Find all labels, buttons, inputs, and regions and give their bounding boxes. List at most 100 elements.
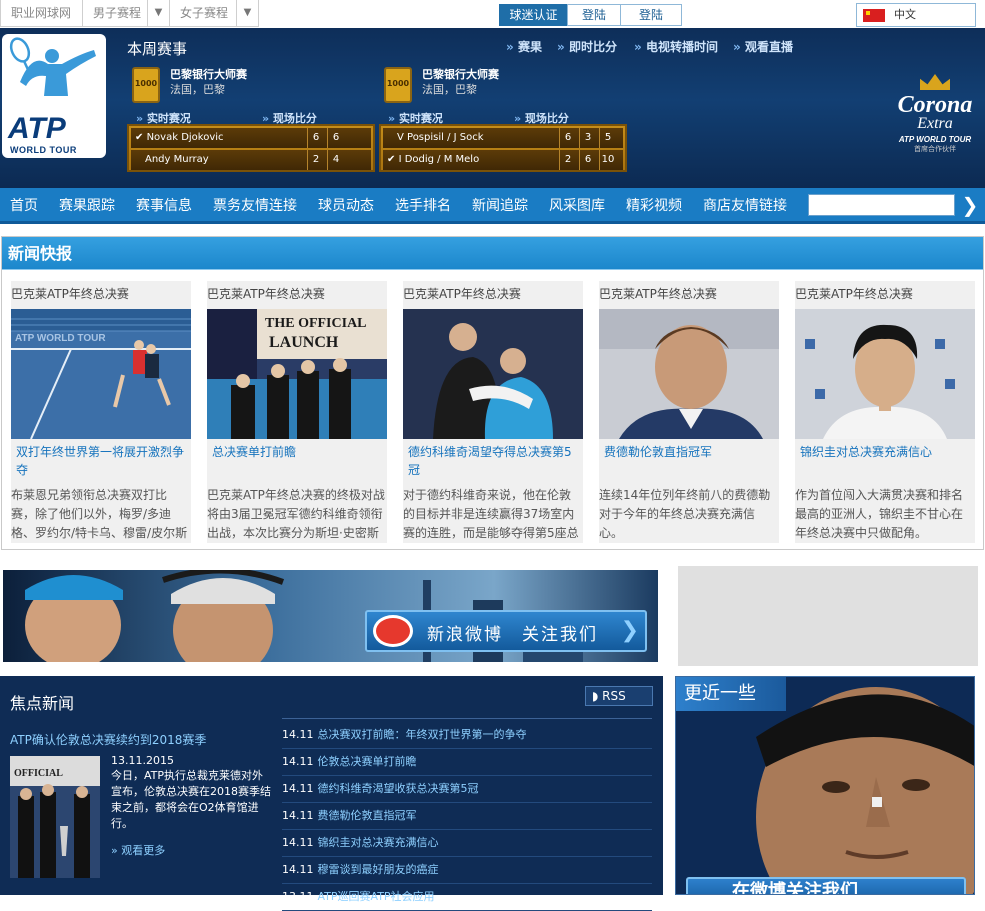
set-score: 10 xyxy=(599,150,616,170)
nav-home[interactable]: 首页 xyxy=(10,188,38,224)
card-title[interactable]: 费德勒伦敦直指冠军 xyxy=(604,443,774,483)
nav-tickets[interactable]: 票务友情连接 xyxy=(213,188,297,224)
nishikori-photo[interactable] xyxy=(795,309,975,439)
svg-text:LAUNCH: LAUNCH xyxy=(269,334,339,351)
weibo-follow-button[interactable]: 新浪微博 关注我们 ❯ xyxy=(365,610,647,652)
lead-story-title[interactable]: ATP确认伦敦总决赛续约到2018赛季 xyxy=(10,731,206,748)
winner-check-icon: ✔ xyxy=(135,132,144,143)
nav-rankings[interactable]: 选手排名 xyxy=(395,188,451,224)
more-link[interactable]: 观看更多 xyxy=(111,842,165,858)
search-button[interactable]: ❯ xyxy=(958,192,982,218)
watch-live-link[interactable]: 观看直播 xyxy=(733,38,793,55)
language-label: 中文 xyxy=(894,8,916,21)
event-panel-1: 1000 巴黎银行大师赛 法国，巴黎 实时赛况 现场比分 ✔ Novak Djo… xyxy=(127,66,382,186)
nav-tournaments[interactable]: 赛事信息 xyxy=(136,188,192,224)
corona-sponsor-logo[interactable]: Corona Extra ATP WORLD TOUR 首席合作伙伴 xyxy=(885,74,985,174)
news-card[interactable]: 巴克莱ATP年终总决赛 锦织圭对总决赛充满信心 作为首位闯入大满贯决赛和排名最高… xyxy=(795,281,975,543)
search-input[interactable] xyxy=(808,194,955,216)
news-card[interactable]: 巴克莱ATP年终总决赛 THE OFFICIAL LAUNCH 总决赛单打前瞻 … xyxy=(207,281,387,543)
card-category[interactable]: 巴克莱ATP年终总决赛 xyxy=(403,285,521,302)
closer-look-panel[interactable]: 更近一些 在微博关注我们 xyxy=(675,676,975,895)
winner-check-icon: ✔ xyxy=(387,154,396,165)
news-title[interactable]: 伦敦总决赛单打前瞻 xyxy=(318,755,417,768)
tab-atp-site[interactable]: 职业网球网 xyxy=(0,0,83,27)
news-date: 14.11 xyxy=(282,836,314,849)
card-category[interactable]: 巴克莱ATP年终总决赛 xyxy=(207,285,325,302)
fan-verify-button[interactable]: 球迷认证 xyxy=(499,4,568,26)
player-label: I Dodig / M Melo xyxy=(398,154,480,165)
results-link[interactable]: 赛果 xyxy=(506,38,542,55)
event-location: 法国，巴黎 xyxy=(170,83,225,96)
news-title[interactable]: ATP巡回赛ATP社会应用 xyxy=(318,890,435,903)
china-flag-icon xyxy=(863,9,885,22)
card-category[interactable]: 巴克莱ATP年终总决赛 xyxy=(11,285,129,302)
tennis-player-icon xyxy=(9,37,96,96)
news-list-item[interactable]: 13.11 ATP巡回赛ATP社会应用 xyxy=(282,884,652,911)
nav-shop[interactable]: 商店友情链接 xyxy=(703,188,787,224)
card-title[interactable]: 德约科维奇渴望夺得总决赛第5冠 xyxy=(408,443,578,483)
card-title[interactable]: 锦织圭对总决赛充满信心 xyxy=(800,443,970,483)
news-date: 13.11 xyxy=(282,890,314,903)
finals-launch-photo[interactable]: THE OFFICIAL LAUNCH xyxy=(207,309,387,439)
nav-news[interactable]: 新闻追踪 xyxy=(472,188,528,224)
weibo-banner[interactable]: 新浪微博 关注我们 ❯ xyxy=(3,570,658,662)
set-score: 4 xyxy=(327,150,344,170)
news-title[interactable]: 费德勒伦敦直指冠军 xyxy=(318,809,417,822)
nav-players[interactable]: 球员动态 xyxy=(318,188,374,224)
federer-photo[interactable] xyxy=(599,309,779,439)
news-title[interactable]: 德约科维奇渴望收获总决赛第5冠 xyxy=(318,782,479,795)
set-score: 5 xyxy=(599,128,616,148)
news-title[interactable]: 锦织圭对总决赛充满信心 xyxy=(318,836,439,849)
tab-women-schedule[interactable]: 女子赛程 ▼ xyxy=(169,0,259,27)
svg-text:THE OFFICIAL: THE OFFICIAL xyxy=(265,316,367,331)
login-button-2[interactable]: 登陆 xyxy=(620,4,682,26)
lead-story-photo[interactable]: OFFICIAL xyxy=(10,756,100,878)
card-title[interactable]: 总决赛单打前瞻 xyxy=(212,443,382,483)
rss-button[interactable]: ◗ RSS xyxy=(585,686,653,706)
card-category[interactable]: 巴克莱ATP年终总决赛 xyxy=(599,285,717,302)
weibo-follow-banner[interactable]: 在微博关注我们 xyxy=(686,877,966,894)
news-title[interactable]: 穆雷谈到最好朋友的癌症 xyxy=(318,863,439,876)
news-list-item[interactable]: 14.11 费德勒伦敦直指冠军 xyxy=(282,803,652,830)
nav-gallery[interactable]: 风采图库 xyxy=(549,188,605,224)
tv-schedule-link[interactable]: 电视转播时间 xyxy=(634,38,718,55)
player-label: V Pospisil / J Sock xyxy=(397,132,484,143)
djokovic-photo[interactable] xyxy=(403,309,583,439)
nav-results[interactable]: 赛果跟踪 xyxy=(59,188,115,224)
news-card[interactable]: 巴克莱ATP年终总决赛 德约科维奇渴望夺得总决赛第5冠 对于德约科维奇来说，他在… xyxy=(403,281,583,543)
set-score: 6 xyxy=(327,128,344,148)
event-name[interactable]: 巴黎银行大师赛 xyxy=(422,66,499,82)
card-title[interactable]: 双打年终世界第一将展开激烈争夺 xyxy=(16,443,186,483)
doubles-photo[interactable]: ATP WORLD TOUR xyxy=(11,309,191,439)
tab-men-schedule[interactable]: 男子赛程 ▼ xyxy=(82,0,170,27)
crown-icon xyxy=(920,74,950,90)
news-list-item[interactable]: 14.11 伦敦总决赛单打前瞻 xyxy=(282,749,652,776)
chevron-down-icon[interactable]: ▼ xyxy=(147,0,169,26)
set-score: 2 xyxy=(559,150,576,170)
news-card[interactable]: 巴克莱ATP年终总决赛 费德勒伦敦直指冠军 连续14年位列年终前八的费德勒对于今… xyxy=(599,281,779,543)
news-card[interactable]: 巴克莱ATP年终总决赛 ATP WORLD TOUR 双打年终世界第一将展开激烈… xyxy=(11,281,191,543)
scoreboard: V Pospisil / J Sock 6 3 5 ✔ I Dodig / M … xyxy=(379,124,627,172)
main-nav: 首页 赛果跟踪 赛事信息 票务友情连接 球员动态 选手排名 新闻追踪 风采图库 … xyxy=(0,188,985,224)
news-date: 14.11 xyxy=(282,809,314,822)
divider xyxy=(282,718,652,719)
atp-wordmark: ATP xyxy=(8,112,66,145)
news-list-item[interactable]: 14.11 锦织圭对总决赛充满信心 xyxy=(282,830,652,857)
event-name[interactable]: 巴黎银行大师赛 xyxy=(170,66,247,82)
live-score-link[interactable]: 即时比分 xyxy=(557,38,617,55)
news-title[interactable]: 总决赛双打前瞻：年终双打世界第一的争夺 xyxy=(318,728,527,741)
news-date: 14.11 xyxy=(282,863,314,876)
language-select[interactable]: 中文 xyxy=(856,3,976,27)
login-button[interactable]: 登陆 xyxy=(567,4,621,26)
chevron-down-icon[interactable]: ▼ xyxy=(236,0,258,26)
card-category[interactable]: 巴克莱ATP年终总决赛 xyxy=(795,285,913,302)
masters-1000-badge: 1000 xyxy=(384,67,412,103)
atp-logo[interactable]: ATP WORLD TOUR xyxy=(2,34,106,158)
lead-story-text: 今日，ATP执行总裁克莱德对外宣布，伦敦总决赛在2018赛季结束之前，都将会在O… xyxy=(111,769,271,830)
news-list-item[interactable]: 14.11 穆雷谈到最好朋友的癌症 xyxy=(282,857,652,884)
section-title: 新闻快报 xyxy=(2,237,983,270)
news-list-item[interactable]: 14.11 总决赛双打前瞻：年终双打世界第一的争夺 xyxy=(282,722,652,749)
player-name: V Pospisil / J Sock xyxy=(397,128,484,148)
nav-videos[interactable]: 精彩视频 xyxy=(626,188,682,224)
news-list-item[interactable]: 14.11 德约科维奇渴望收获总决赛第5冠 xyxy=(282,776,652,803)
